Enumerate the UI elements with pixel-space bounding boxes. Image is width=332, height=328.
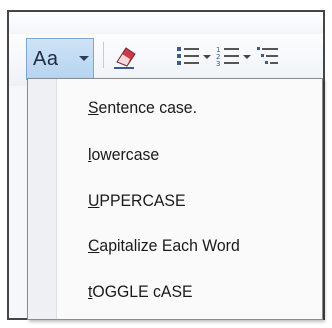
menu-icon-gutter bbox=[28, 79, 57, 319]
menu-item-toggle-case[interactable]: tOGGLE cASE bbox=[88, 277, 193, 307]
chevron-down-icon[interactable] bbox=[79, 56, 89, 61]
bullets-dropdown-icon[interactable] bbox=[203, 55, 211, 59]
menu-item-lowercase[interactable]: lowercase bbox=[88, 140, 159, 170]
bullets-icon[interactable] bbox=[175, 42, 201, 70]
numbering-icon[interactable]: 1 2 3 bbox=[215, 42, 241, 70]
title-strip bbox=[9, 12, 323, 35]
toolbar-separator bbox=[103, 42, 104, 68]
change-case-menu: Sentence case. lowercase UPPERCASE Capit… bbox=[27, 78, 323, 320]
eraser-icon[interactable] bbox=[111, 41, 141, 71]
menu-item-capitalize-each-word[interactable]: Capitalize Each Word bbox=[88, 231, 240, 261]
numbering-dropdown-icon[interactable] bbox=[243, 55, 251, 59]
menu-item-sentence-case[interactable]: Sentence case. bbox=[88, 93, 197, 123]
multilevel-list-icon[interactable] bbox=[255, 42, 281, 70]
change-case-icon: Aa bbox=[33, 48, 59, 70]
change-case-button[interactable]: Aa bbox=[26, 38, 94, 80]
svg-text:3: 3 bbox=[216, 60, 220, 68]
menu-item-uppercase[interactable]: UPPERCASE bbox=[88, 186, 186, 216]
